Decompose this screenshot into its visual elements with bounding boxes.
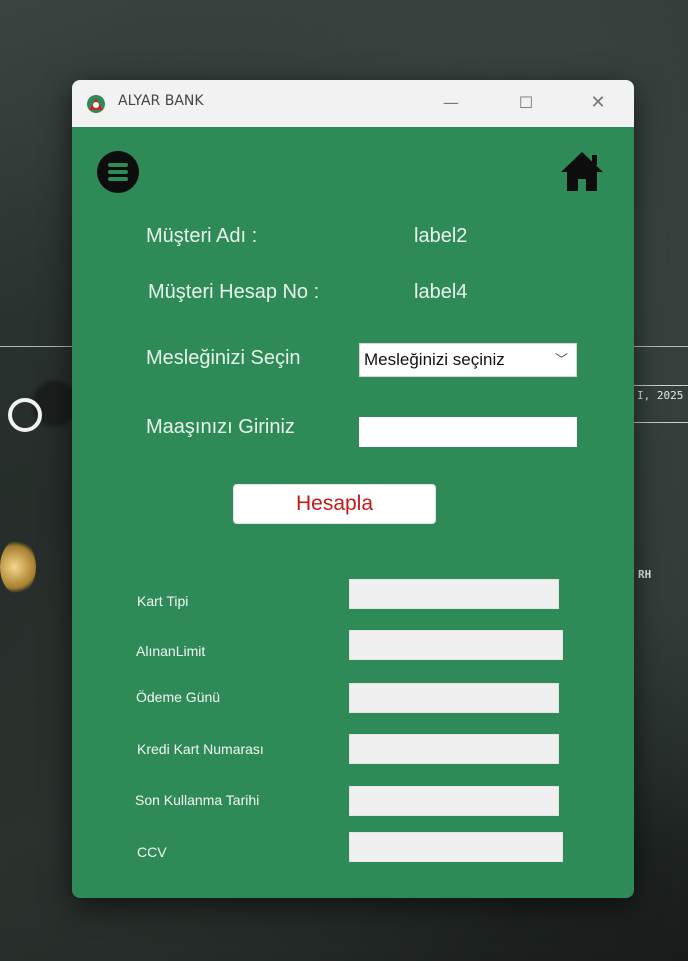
chevron-down-icon: ﹀ [554, 352, 568, 367]
card-number-label: Kredi Kart Numarası [137, 741, 264, 757]
limit-field[interactable] [349, 630, 563, 660]
profession-label: Mesleğinizi Seçin [146, 347, 301, 369]
ccv-label: CCV [137, 844, 167, 860]
payment-day-field[interactable] [349, 683, 559, 713]
background-lantern [0, 540, 36, 594]
expiry-date-field[interactable] [349, 786, 559, 816]
customer-name-value: label2 [414, 225, 468, 247]
home-icon[interactable] [558, 149, 606, 193]
ccv-field[interactable] [349, 832, 563, 862]
payment-day-label: Ödeme Günü [136, 689, 221, 705]
account-no-value: label4 [414, 281, 468, 303]
card-type-field[interactable] [349, 579, 559, 609]
profession-dropdown[interactable]: Mesleğinizi seçiniz ﹀ [359, 343, 577, 377]
minimize-button[interactable]: — [437, 90, 465, 116]
limit-label: AlınanLimit [136, 643, 206, 659]
background-word-text: RH [638, 568, 652, 581]
menu-icon[interactable] [97, 151, 139, 193]
maximize-button[interactable]: ☐ [512, 90, 540, 116]
salary-input[interactable] [359, 417, 577, 447]
form-panel: Müşteri Adı : label2 Müşteri Hesap No : … [72, 127, 634, 898]
title-bar[interactable]: ALYAR BANK — ☐ ✕ [72, 80, 634, 127]
window-title: ALYAR BANK [118, 93, 204, 109]
close-button[interactable]: ✕ [584, 90, 612, 116]
background-ring [8, 398, 42, 432]
profession-selected-value: Mesleğinizi seçiniz [364, 350, 505, 369]
account-no-label: Müşteri Hesap No : [148, 281, 320, 303]
calculate-button[interactable]: Hesapla [233, 484, 436, 524]
salary-label: Maaşınızı Giriniz [146, 416, 295, 438]
expiry-date-label: Son Kullanma Tarihi [135, 792, 260, 808]
card-number-field[interactable] [349, 734, 559, 764]
customer-name-label: Müşteri Adı : [146, 225, 258, 247]
bank-logo-icon [87, 95, 105, 113]
background-date-text: I, 2025 [632, 385, 688, 423]
app-window: ALYAR BANK — ☐ ✕ Müşteri Adı : label2 Mü… [72, 80, 634, 898]
card-type-label: Kart Tipi [137, 593, 189, 609]
